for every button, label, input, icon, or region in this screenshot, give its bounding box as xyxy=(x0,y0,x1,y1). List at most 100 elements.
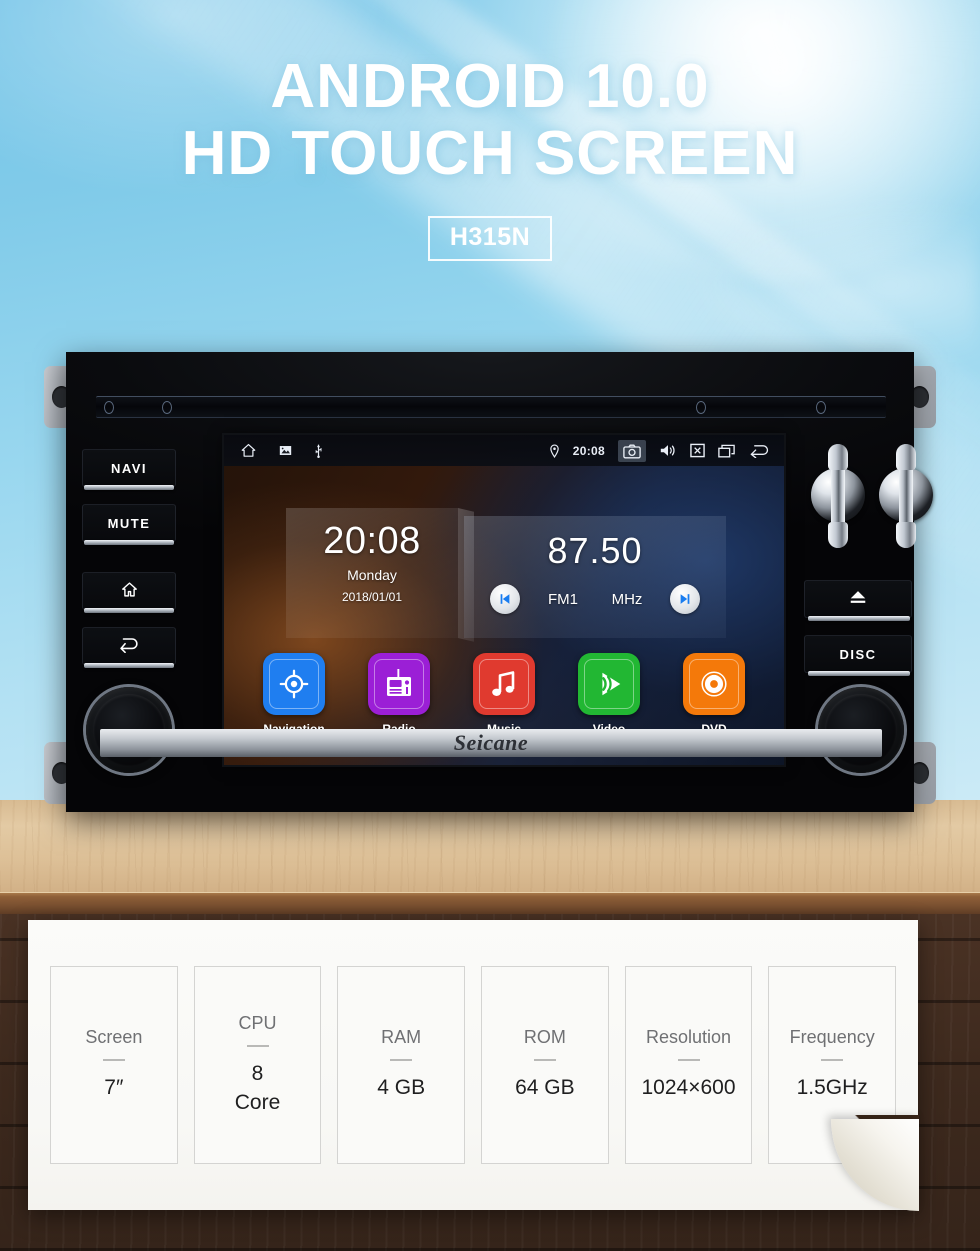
slot-detail-dot xyxy=(696,401,706,414)
spec-frequency-key: Frequency xyxy=(789,1027,875,1048)
music-note-icon[interactable] xyxy=(473,653,535,715)
status-bar-right-group: 20:08 xyxy=(549,439,784,462)
spec-frequency-value: 1.5GHz xyxy=(796,1076,868,1100)
spec-divider xyxy=(533,1059,556,1062)
vent-bar xyxy=(828,444,848,548)
clock-widget-date: 2018/01/01 xyxy=(341,590,403,604)
disc-slot[interactable] xyxy=(96,396,886,418)
app-shortcut-row: Navigation Radio Music xyxy=(224,653,784,736)
app-video[interactable]: Video xyxy=(569,653,649,736)
volume-icon[interactable] xyxy=(659,443,677,458)
vent-knob-right[interactable] xyxy=(876,444,936,548)
radio-icon[interactable] xyxy=(368,653,430,715)
android-status-bar: 20:08 xyxy=(224,435,784,466)
usb-icon[interactable] xyxy=(314,443,323,458)
spec-resolution-key: Resolution xyxy=(645,1027,732,1048)
button-disc[interactable]: DISC xyxy=(804,635,912,673)
app-radio[interactable]: Radio xyxy=(359,653,439,736)
spec-rom-value: 64 GB xyxy=(515,1076,575,1100)
brand-strip: Seicane xyxy=(100,729,882,757)
spec-screen-key: Screen xyxy=(85,1027,143,1048)
spec-ram: RAM 4 GB xyxy=(337,966,466,1164)
spec-divider xyxy=(390,1059,413,1062)
button-mute-strip xyxy=(84,540,174,545)
radio-frequency: 87.50 xyxy=(547,530,643,571)
spec-cpu-key: CPU xyxy=(238,1013,277,1034)
home-widgets: 20:08 Monday 2018/01/01 87.50 FM1 MHz xyxy=(224,466,784,638)
tabletop-edge xyxy=(0,892,980,914)
location-pin-icon xyxy=(549,443,560,458)
eject-icon xyxy=(848,590,868,608)
product-banner: ANDROID 10.0 HD TOUCH SCREEN H315N NAVI xyxy=(0,0,980,1251)
button-navi-strip xyxy=(84,485,174,490)
unit-faceplate: NAVI MUTE 20:08 20:08 Monday 2018/01/01 … xyxy=(66,352,933,812)
app-dvd[interactable]: DVD xyxy=(674,653,754,736)
hero-headline-2: HD TOUCH SCREEN xyxy=(181,118,799,188)
touch-screen-display[interactable]: 20:08 20:08 Monday 2018/01/01 87.50 FM1 … xyxy=(224,435,784,765)
model-badge: H315N xyxy=(427,215,553,261)
app-navigation[interactable]: Navigation xyxy=(254,653,334,736)
back-icon xyxy=(118,636,140,656)
button-disc-label: DISC xyxy=(839,646,877,662)
button-back-strip xyxy=(84,663,174,668)
specifications-card: Screen 7″ CPU 8 Core RAM 4 GB ROM 64 GB xyxy=(28,920,919,1211)
image-icon[interactable] xyxy=(279,445,292,456)
button-eject-strip xyxy=(808,616,910,621)
car-stereo-head-unit: NAVI MUTE 20:08 20:08 Monday 2018/01/01 … xyxy=(40,352,940,812)
skip-next-icon[interactable] xyxy=(670,584,700,614)
spec-screen-value: 7″ xyxy=(104,1076,124,1100)
navigation-target-icon[interactable] xyxy=(263,653,325,715)
hero-headline-1: ANDROID 10.0 xyxy=(270,52,710,121)
spec-ram-value: 4 GB xyxy=(377,1076,426,1100)
home-icon[interactable] xyxy=(240,442,257,459)
status-bar-left-group xyxy=(224,442,323,459)
spec-rom-key: ROM xyxy=(523,1027,566,1048)
spec-cpu-value: 8 Core xyxy=(234,1062,281,1114)
spec-divider xyxy=(677,1059,700,1062)
spec-grid: Screen 7″ CPU 8 Core RAM 4 GB ROM 64 GB xyxy=(50,966,897,1164)
spec-screen: Screen 7″ xyxy=(50,966,178,1164)
status-bar-clock: 20:08 xyxy=(572,443,605,458)
button-back[interactable] xyxy=(82,627,176,665)
button-eject[interactable] xyxy=(804,580,912,618)
wooden-tabletop xyxy=(0,800,980,892)
button-home[interactable] xyxy=(82,572,176,610)
camera-icon[interactable] xyxy=(618,439,646,462)
brand-logo-text: Seicane xyxy=(453,730,529,755)
dvd-disc-icon[interactable] xyxy=(683,653,745,715)
clock-widget-day: Monday xyxy=(347,567,397,583)
video-play-icon[interactable] xyxy=(578,653,640,715)
clock-widget[interactable]: 20:08 Monday 2018/01/01 xyxy=(286,508,458,638)
spec-cpu: CPU 8 Core xyxy=(193,966,322,1164)
spec-divider xyxy=(246,1045,269,1048)
spec-divider xyxy=(102,1059,125,1062)
button-mute-label: MUTE xyxy=(107,515,151,531)
button-navi-label: NAVI xyxy=(110,460,148,476)
slot-detail-dot xyxy=(162,401,172,414)
spec-ram-key: RAM xyxy=(381,1027,422,1048)
button-disc-strip xyxy=(808,671,910,676)
app-music[interactable]: Music xyxy=(464,653,544,736)
spec-divider xyxy=(821,1059,844,1062)
radio-unit-label: MHz xyxy=(611,590,643,608)
button-home-strip xyxy=(84,608,174,613)
skip-previous-icon[interactable] xyxy=(490,584,520,614)
recents-icon[interactable] xyxy=(718,444,735,458)
hero-text-block: ANDROID 10.0 HD TOUCH SCREEN H315N xyxy=(0,0,980,261)
spec-resolution-value: 1024×600 xyxy=(641,1076,736,1100)
radio-widget[interactable]: 87.50 FM1 MHz xyxy=(464,516,726,638)
slot-detail-dot xyxy=(104,401,114,414)
home-icon xyxy=(121,581,138,601)
close-box-icon[interactable] xyxy=(690,443,705,458)
back-icon[interactable] xyxy=(748,443,770,458)
button-mute[interactable]: MUTE xyxy=(82,504,176,542)
radio-controls-row: FM1 MHz xyxy=(464,584,726,614)
spec-resolution: Resolution 1024×600 xyxy=(624,966,753,1164)
slot-detail-dot xyxy=(816,401,826,414)
button-navi[interactable]: NAVI xyxy=(82,449,176,487)
vent-bar xyxy=(896,444,916,548)
radio-band-label: FM1 xyxy=(548,590,578,608)
vent-knob-left[interactable] xyxy=(808,444,868,548)
spec-rom: ROM 64 GB xyxy=(481,966,609,1164)
clock-widget-time: 20:08 xyxy=(323,520,421,562)
